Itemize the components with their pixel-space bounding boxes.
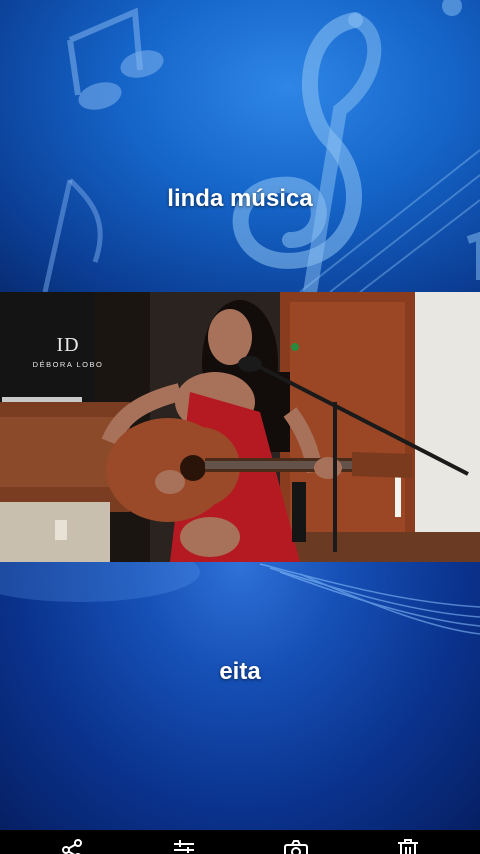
bottom-caption-panel: eita (0, 562, 480, 830)
bottom-toolbar (0, 830, 480, 854)
watermark-name: DÉBORA LOBO (32, 360, 104, 369)
channel-watermark: ID DÉBORA LOBO (30, 334, 106, 369)
video-frame[interactable]: ID DÉBORA LOBO (0, 292, 480, 562)
share-icon[interactable] (58, 838, 86, 854)
top-caption-panel: linda música (0, 0, 480, 292)
music-notes-background (42, 0, 480, 292)
delete-icon[interactable] (394, 838, 422, 854)
bottom-caption-text: eita (219, 658, 261, 685)
top-caption-text: linda música (167, 185, 313, 212)
adjust-icon[interactable] (170, 838, 198, 854)
wave-lines-background (0, 562, 480, 635)
watermark-logo: ID (56, 334, 80, 356)
video-scene (0, 292, 480, 562)
camera-icon[interactable] (282, 838, 310, 854)
